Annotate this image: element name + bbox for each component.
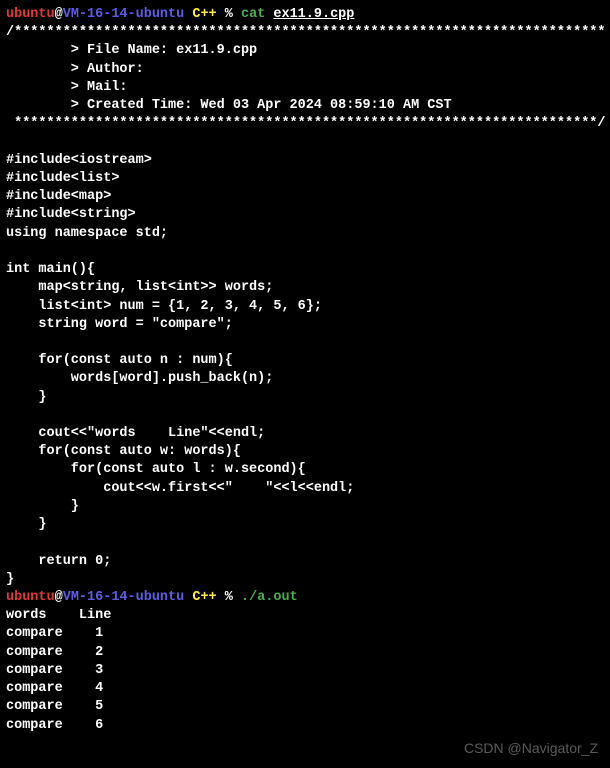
prompt-host: VM-16-14-ubuntu xyxy=(63,590,185,605)
prompt-line-1[interactable]: ubuntu@VM-16-14-ubuntu C++ % cat ex11.9.… xyxy=(6,6,604,24)
program-output: words Line compare 1 compare 2 compare 3… xyxy=(6,607,604,735)
prompt-percent: % xyxy=(217,7,241,22)
source-code-output: /***************************************… xyxy=(6,24,604,589)
prompt-user: ubuntu xyxy=(6,7,55,22)
prompt-percent: % xyxy=(217,590,241,605)
prompt-at: @ xyxy=(55,590,63,605)
command-run: ./a.out xyxy=(241,590,298,605)
command-cat: cat xyxy=(241,7,273,22)
prompt-host: VM-16-14-ubuntu xyxy=(63,7,185,22)
prompt-path: C++ xyxy=(184,7,216,22)
prompt-path: C++ xyxy=(184,590,216,605)
watermark-text: CSDN @Navigator_Z xyxy=(464,739,598,758)
prompt-line-2[interactable]: ubuntu@VM-16-14-ubuntu C++ % ./a.out xyxy=(6,589,604,607)
prompt-at: @ xyxy=(55,7,63,22)
command-arg-filename: ex11.9.cpp xyxy=(273,7,354,22)
prompt-user: ubuntu xyxy=(6,590,55,605)
